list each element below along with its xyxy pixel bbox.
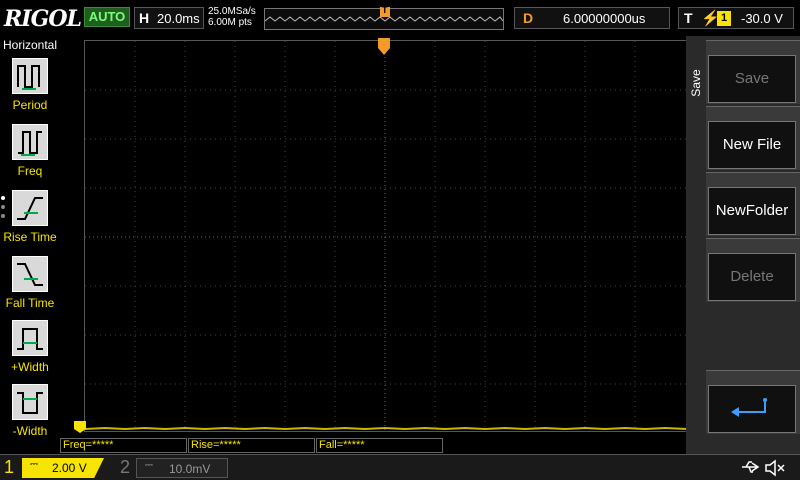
measure-item-fall-time[interactable]: Fall Time: [0, 256, 60, 320]
positive-width-icon: [12, 320, 48, 356]
ch1-scale-box[interactable]: ⎓ 2.00 V: [22, 458, 104, 478]
menu-title: Save: [686, 40, 706, 140]
new-folder-button-label: NewFolder: [708, 187, 796, 235]
measure-item-label: Fall Time: [5, 296, 55, 310]
ch1-offset-marker-icon[interactable]: [74, 421, 86, 433]
new-file-button-label: New File: [708, 121, 796, 169]
horizontal-label: H: [139, 10, 150, 26]
run-status-badge[interactable]: AUTO: [84, 7, 130, 27]
save-menu-panel: Save Save New File NewFolder Delete: [686, 36, 800, 454]
ch2-number[interactable]: 2: [120, 457, 130, 478]
measure-item-positive-width[interactable]: +Width: [0, 320, 60, 384]
measure-item-freq[interactable]: Freq: [0, 124, 60, 188]
new-file-button[interactable]: New File: [706, 106, 800, 170]
trigger-time-marker-icon[interactable]: [378, 38, 390, 56]
measure-item-negative-width[interactable]: -Width: [0, 384, 60, 448]
measure-item-rise-time[interactable]: Rise Time: [0, 190, 60, 254]
enter-button-face: [708, 385, 796, 433]
measure-item-period[interactable]: Period: [0, 58, 60, 122]
measure-item-label: Period: [12, 98, 48, 112]
brand-logo: RIGOL: [4, 6, 82, 32]
save-button-label: Save: [708, 55, 796, 103]
ch2-scale: 10.0mV: [169, 462, 211, 476]
channel-status-bar: 1 ⎓ 2.00 V 2 ⎓ 10.0mV: [0, 454, 800, 480]
ch1-number[interactable]: 1: [4, 457, 14, 478]
waveform-grid: [84, 41, 688, 431]
ch2-coupling-icon: ⎓: [145, 460, 153, 471]
rise-time-icon: [12, 190, 48, 226]
trigger-box[interactable]: T ⚡ 1 -30.0 V: [678, 7, 794, 29]
measure-rise-field[interactable]: Rise=*****: [188, 438, 315, 453]
memory-depth: 6.00M pts: [208, 17, 252, 28]
enter-return-icon: [731, 398, 767, 417]
trigger-source: 1: [717, 11, 731, 26]
top-status-bar: RIGOL AUTO H 20.0ms 25.0MSa/s 6.00M pts …: [0, 0, 800, 36]
measure-item-label: -Width: [12, 424, 48, 438]
sample-rate: 25.0MSa/s: [208, 6, 256, 17]
trigger-position-marker[interactable]: [380, 5, 390, 17]
delay-box[interactable]: D 6.00000000us: [514, 7, 670, 29]
usb-icon: [742, 461, 760, 473]
timebase-value: 20.0ms: [157, 11, 200, 26]
menu-title-text: Save: [689, 69, 703, 97]
measure-item-label: Freq: [17, 164, 43, 178]
delay-value: 6.00000000us: [563, 11, 646, 26]
measure-sidebar: Horizontal Period Freq Rise Time Fall Ti…: [0, 36, 60, 454]
ch2-scale-box[interactable]: ⎓ 10.0mV: [136, 458, 228, 478]
ch1-coupling-icon: ⎓: [30, 459, 38, 470]
measure-freq-field[interactable]: Freq=*****: [60, 438, 187, 453]
measure-fall-field[interactable]: Fall=*****: [316, 438, 443, 453]
enter-button[interactable]: [706, 370, 800, 434]
measure-item-label: +Width: [11, 360, 49, 374]
sidebar-title: Horizontal: [2, 38, 58, 52]
horizontal-timebase-box[interactable]: H 20.0ms: [134, 7, 204, 29]
period-icon: [12, 58, 48, 94]
delay-label: D: [523, 10, 534, 26]
new-folder-button[interactable]: NewFolder: [706, 172, 800, 236]
speaker-muted-icon[interactable]: [764, 459, 786, 477]
save-button[interactable]: Save: [706, 40, 800, 104]
ch1-trace: [84, 426, 688, 431]
waveform-display[interactable]: [84, 40, 688, 432]
acquisition-info: 25.0MSa/s 6.00M pts: [208, 6, 256, 28]
measure-item-label: Rise Time: [3, 230, 57, 244]
ch1-scale: 2.00 V: [52, 461, 87, 475]
fall-time-icon: [12, 256, 48, 292]
delete-button[interactable]: Delete: [706, 238, 800, 302]
negative-width-icon: [12, 384, 48, 420]
delete-button-label: Delete: [708, 253, 796, 301]
trigger-level: -30.0 V: [741, 11, 783, 26]
trigger-label: T: [684, 10, 693, 26]
freq-icon: [12, 124, 48, 160]
